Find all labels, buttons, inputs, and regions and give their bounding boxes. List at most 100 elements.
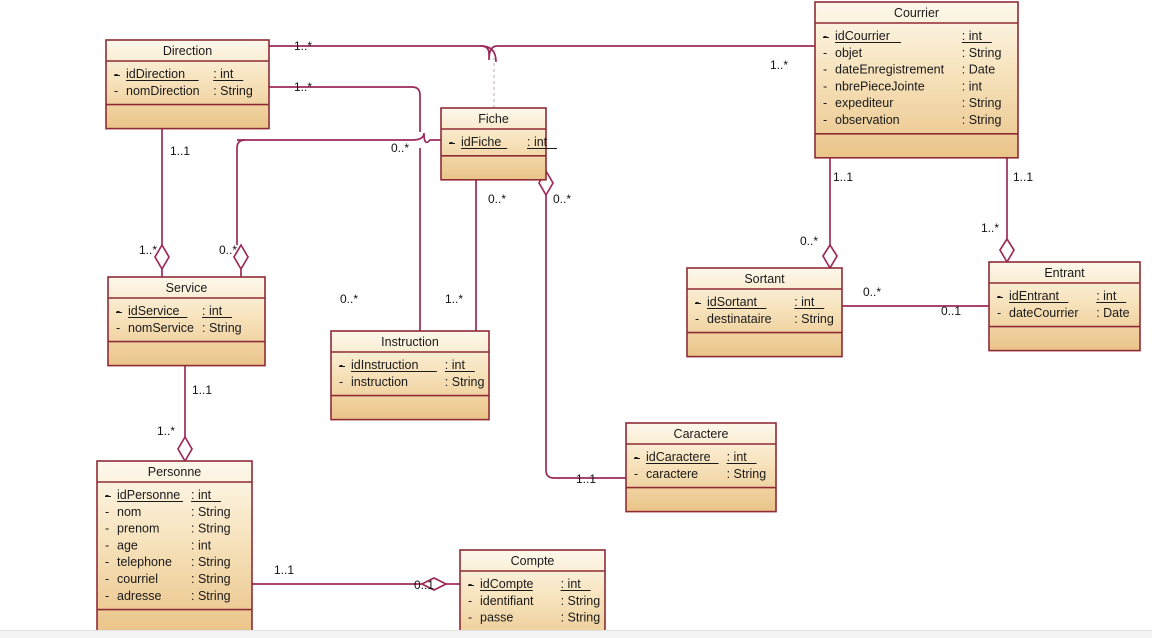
attr-name: idInstruction (351, 358, 418, 372)
attr-name: idEntrant (1009, 289, 1060, 303)
multiplicity-label-m-caractere: 1..1 (576, 472, 596, 486)
uml-class-service[interactable]: Service -idService: int -nomService: Strin… (107, 276, 266, 367)
attr-name: observation (835, 113, 900, 127)
attr-name: idFiche (461, 135, 501, 149)
multiplicity-label-m-sortant-agg: 0..* (800, 234, 818, 248)
attr-type: : String (191, 572, 231, 586)
class-name-label: Fiche (478, 112, 509, 126)
attr-visibility: - (105, 488, 109, 502)
multiplicity-label-m-fiche-caractere-top: 0..* (553, 192, 571, 206)
uml-class-direction[interactable]: Direction -idDirection: int -nomDirection:… (105, 39, 270, 130)
attr-type: : int (527, 135, 548, 149)
attr-visibility: - (634, 450, 638, 464)
class-name-label: Sortant (744, 272, 785, 286)
attr-type: : String (202, 321, 242, 335)
diamond-sortant (822, 243, 838, 270)
attr-name: idCourrier (835, 29, 890, 43)
attr-type: : int (962, 79, 983, 93)
multiplicity-label-m-courrier-sortant: 1..1 (833, 170, 853, 184)
multiplicity-label-m-dir-fiche-far: 0..* (391, 141, 409, 155)
page-bottom-strip (0, 630, 1152, 638)
attr-visibility: - (105, 522, 109, 536)
attr-name: nom (117, 505, 141, 519)
attr-name: idSortant (707, 295, 758, 309)
class-name-label: Direction (163, 44, 212, 58)
attr-name: dateCourrier (1009, 306, 1078, 320)
attr-visibility: - (116, 321, 120, 335)
attr-type: : int (561, 577, 582, 591)
diagram-svg: Direction-idDirection: int-nomDirection:… (96, 1, 1141, 638)
attr-type: : int (727, 450, 748, 464)
attr-visibility: - (339, 358, 343, 372)
class-boxes: Direction-idDirection: int-nomDirection:… (96, 1, 1141, 638)
attr-name: caractere (646, 467, 698, 481)
attr-type: : String (962, 113, 1002, 127)
diamond-service-left (154, 243, 170, 271)
uml-class-sortant[interactable]: Sortant -idSortant: int -destinataire: Str… (686, 267, 843, 358)
link-fiche-caractere (545, 195, 626, 479)
attr-visibility: - (823, 29, 827, 43)
attr-name: identifiant (480, 594, 534, 608)
multiplicity-label-m-sortant-entrant-left: 0..* (863, 285, 881, 299)
attr-name: destinataire (707, 312, 772, 326)
attr-type: : String (191, 522, 231, 536)
uml-class-courrier[interactable]: Courrier-idCourrier: int-objet: String-d… (814, 1, 1019, 159)
attr-type: : int (794, 295, 815, 309)
multiplicity-label-m-courrier-entrant: 1..1 (1013, 170, 1033, 184)
uml-class-entrant[interactable]: Entrant -idEntrant: int -dateCourrier: Dat… (988, 261, 1141, 352)
attr-name: idCaractere (646, 450, 711, 464)
attr-name: idService (128, 304, 179, 318)
attr-visibility: - (114, 67, 118, 81)
attr-name: instruction (351, 375, 408, 389)
multiplicity-label-m-sortant-entrant-right: 0..1 (941, 304, 961, 318)
attr-visibility: - (823, 79, 827, 93)
attr-visibility: - (105, 555, 109, 569)
attr-name: idCompte (480, 577, 534, 591)
class-name-label: Entrant (1044, 266, 1085, 280)
diamond-personne (177, 435, 193, 463)
attr-type: : String (962, 46, 1002, 60)
attr-name: age (117, 538, 138, 552)
attr-type: : String (794, 312, 834, 326)
class-name-label: Compte (511, 554, 555, 568)
uml-class-instruction[interactable]: Instruction -idInstruction : int -instructi… (330, 330, 490, 421)
attr-type: : String (191, 555, 231, 569)
attr-type: : String (727, 467, 767, 481)
attr-type: : Date (962, 63, 995, 77)
uml-class-personne[interactable]: Personne-idPersonne: int-nom: String-pre… (96, 460, 253, 635)
attr-type: : int (445, 358, 466, 372)
class-name-label: Instruction (381, 335, 439, 349)
class-name-label: Personne (148, 465, 202, 479)
attr-visibility: - (339, 375, 343, 389)
attr-type: : Date (1096, 306, 1129, 320)
attr-type: : String (561, 611, 601, 625)
multiplicity-label-m-personne-agg: 1..* (157, 424, 175, 438)
multiplicity-label-m-service-personne: 1..1 (192, 383, 212, 397)
attr-name: expediteur (835, 96, 893, 110)
attr-name: nbrePieceJointe (835, 79, 925, 93)
multiplicity-label-m-dir-courrier-near: 1..* (294, 39, 312, 53)
uml-class-fiche[interactable]: Fiche -idFiche: int (440, 107, 557, 181)
attr-visibility: - (468, 577, 472, 591)
attr-visibility: - (468, 611, 472, 625)
class-name-label: Service (166, 281, 208, 295)
link-direction-fiche (269, 86, 421, 132)
link-direction-courrier (269, 45, 815, 61)
attr-name: nomDirection (126, 84, 200, 98)
attr-type: : int (202, 304, 223, 318)
uml-class-compte[interactable]: Compte-idCompte: int-identifiant: String… (459, 549, 606, 638)
attr-type: : String (191, 505, 231, 519)
attr-visibility: - (105, 538, 109, 552)
attr-visibility: - (823, 113, 827, 127)
multiplicity-label-m-dir-courrier-far: 1..* (770, 58, 788, 72)
uml-class-diagram-canvas: Direction - idDirection: int - nomDirection:… (0, 0, 1152, 638)
attr-visibility: - (695, 312, 699, 326)
attr-type: : int (191, 538, 212, 552)
class-name-label: Caractere (674, 427, 729, 441)
attr-type: : int (962, 29, 983, 43)
attr-name: nomService (128, 321, 194, 335)
multiplicity-label-m-entrant-agg: 1..* (981, 221, 999, 235)
attr-type: : int (191, 488, 212, 502)
uml-class-caractere[interactable]: Caractere -idCaractere: int -caractere: St… (625, 422, 777, 513)
attr-visibility: - (823, 63, 827, 77)
